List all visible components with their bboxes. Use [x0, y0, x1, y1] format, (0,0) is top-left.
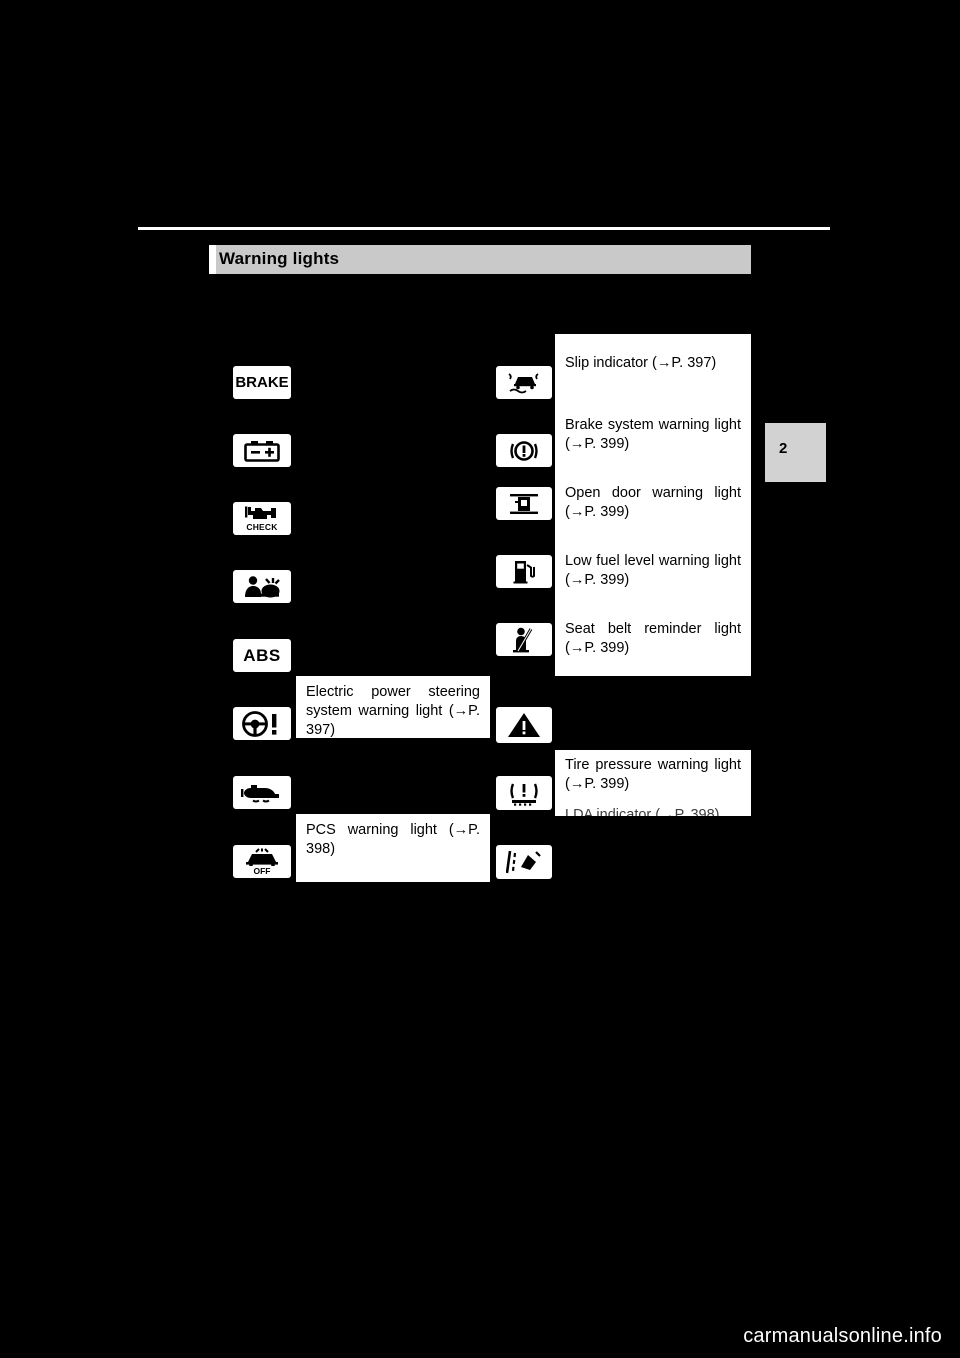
watermark: carmanualsonline.info	[743, 1325, 942, 1348]
open-door-warning-icon	[496, 487, 552, 520]
brake-warning-icon-label: BRAKE	[235, 374, 289, 391]
chapter-number: 2	[779, 440, 788, 457]
srs-airbag-warning-icon	[233, 570, 291, 603]
chapter-tab	[765, 423, 826, 482]
open-door-caption: Open door warning light (→P. 399)	[555, 480, 751, 528]
brake-system-caption: Brake system warning light (→P. 399)	[555, 412, 751, 460]
abs-warning-icon: ABS	[233, 639, 291, 672]
pcs-off-warning-icon: OFF	[233, 845, 291, 878]
seat-belt-reminder-icon	[496, 623, 552, 656]
slip-indicator-icon	[496, 366, 552, 399]
low-engine-oil-pressure-icon	[233, 776, 291, 809]
low-fuel-caption: Low fuel level warning light (→P. 399)	[555, 548, 751, 596]
check-engine-icon: CHECK	[233, 502, 291, 535]
abs-warning-icon-label: ABS	[243, 646, 281, 665]
brake-warning-icon: BRAKE	[233, 366, 291, 399]
check-engine-icon-label: CHECK	[246, 522, 278, 533]
seat-belt-caption: Seat belt reminder light (→P. 399)	[555, 616, 751, 664]
low-fuel-level-warning-icon	[496, 555, 552, 588]
charging-system-warning-icon	[233, 434, 291, 467]
tire-pressure-warning-icon	[496, 776, 552, 810]
lda-lane-departure-alert-icon	[496, 845, 552, 879]
brake-system-warning-icon	[496, 434, 552, 467]
slip-indicator-caption: Slip indicator (→P. 397)	[555, 350, 751, 390]
master-warning-icon	[496, 707, 552, 743]
pcs-off-icon-label: OFF	[253, 865, 271, 876]
page-title: Warning lights	[219, 249, 340, 268]
electric-power-steering-warning-icon	[233, 707, 291, 740]
manual-page: Warning lights 2 BRAKE CHECK ABS OFF Ele…	[0, 0, 960, 1358]
eps-caption: Electric power steering system warning l…	[296, 676, 490, 738]
heading-accent-bar	[209, 245, 216, 274]
tire-pressure-caption: Tire pressure warning light (→P. 399)	[555, 750, 751, 806]
pcs-caption: PCS warning light (→P. 398)	[296, 814, 490, 882]
watermark-text: carmanualsonline.info	[743, 1325, 942, 1347]
header-rule	[138, 227, 830, 230]
lda-caption-clipped: LDA indicator (→P. 398)	[555, 806, 751, 816]
